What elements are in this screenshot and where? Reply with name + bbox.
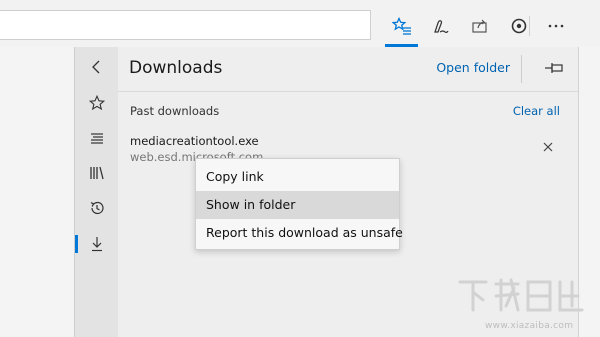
- toolbar-separator: [529, 16, 530, 36]
- download-file-name[interactable]: mediacreationtool.exe: [130, 134, 259, 148]
- open-folder-link[interactable]: Open folder: [436, 60, 510, 75]
- panel-title: Downloads: [129, 58, 223, 78]
- reading-list-icon[interactable]: [75, 123, 119, 155]
- pin-icon[interactable]: [543, 59, 565, 77]
- favorites-star-icon[interactable]: [75, 87, 119, 119]
- browser-toolbar: [0, 0, 600, 48]
- more-icon[interactable]: [542, 12, 570, 40]
- clear-all-link[interactable]: Clear all: [513, 104, 560, 118]
- watermark-url: www.xiazaiba.com: [485, 321, 574, 331]
- hub-favorites-icon[interactable]: [388, 12, 416, 40]
- address-bar[interactable]: [0, 10, 371, 40]
- web-note-icon[interactable]: [427, 12, 455, 40]
- history-icon[interactable]: [75, 192, 119, 224]
- context-menu: Copy link Show in folder Report this dow…: [195, 158, 403, 250]
- back-icon[interactable]: [75, 51, 119, 83]
- section-label: Past downloads: [130, 104, 220, 118]
- remove-download-icon[interactable]: [540, 139, 556, 155]
- panel-header: Downloads Open folder: [118, 47, 578, 92]
- web-page-content: [0, 47, 74, 337]
- share-icon[interactable]: [466, 12, 494, 40]
- hub-rail: [74, 47, 118, 337]
- watermark-logo: [458, 278, 584, 312]
- menu-item-show-in-folder[interactable]: Show in folder: [196, 191, 399, 219]
- downloads-icon[interactable]: [75, 228, 119, 260]
- header-separator: [521, 55, 522, 83]
- books-icon[interactable]: [75, 157, 119, 189]
- menu-item-report-unsafe[interactable]: Report this download as unsafe: [196, 219, 403, 247]
- menu-item-copy-link[interactable]: Copy link: [196, 163, 399, 191]
